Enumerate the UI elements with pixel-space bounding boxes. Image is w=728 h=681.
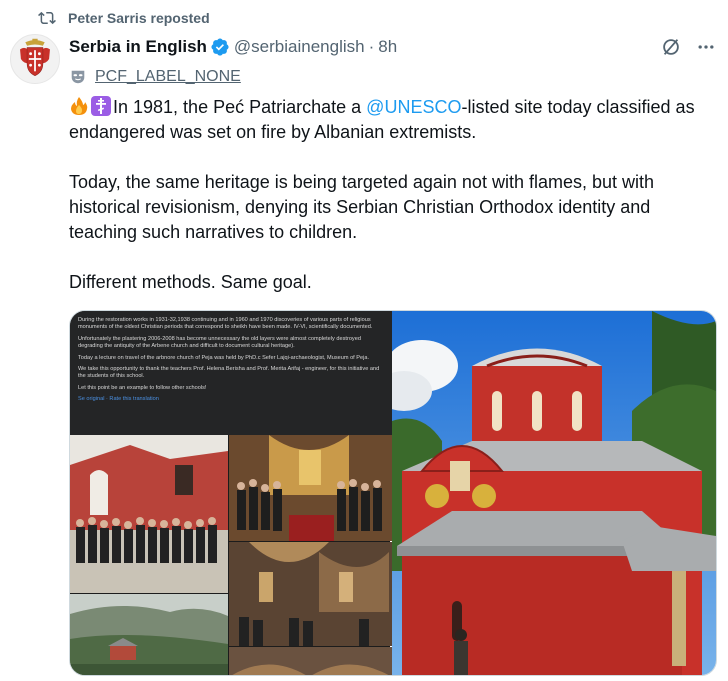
tweet-media[interactable]: During the restoration works in 1931-32,… — [69, 310, 717, 676]
repost-icon — [38, 9, 56, 27]
author-display-name[interactable]: Serbia in English — [69, 37, 207, 57]
church-ceiling-photo — [229, 647, 392, 675]
timestamp[interactable]: 8h — [378, 37, 397, 57]
monastery-photo[interactable] — [376, 311, 716, 675]
tweet-header: Serbia in English @serbiainenglish · 8h — [69, 35, 397, 59]
verified-badge-icon[interactable] — [210, 37, 230, 57]
screenshot-paragraph: We take this opportunity to thank the te… — [78, 366, 380, 380]
coat-of-arms-icon — [20, 38, 50, 77]
tweet-paragraph-2: Today, the same heritage is being target… — [69, 172, 655, 242]
content-label[interactable]: PCF_LABEL_NONE — [69, 66, 241, 88]
see-original-link: Se original · Rate this translation — [78, 396, 159, 403]
theater-mask-icon — [69, 68, 87, 86]
screenshot-text-panel: During the restoration works in 1931-32,… — [70, 311, 392, 435]
avatar[interactable] — [10, 34, 60, 84]
media-image-collage[interactable]: During the restoration works in 1931-32,… — [70, 311, 392, 675]
monastery-landscape-photo — [70, 594, 228, 675]
more-options-icon[interactable] — [694, 36, 718, 58]
students-inside-church-photo — [229, 435, 392, 541]
separator-dot: · — [368, 37, 375, 56]
label-text[interactable]: PCF_LABEL_NONE — [95, 68, 241, 86]
orthodox-cross-emoji-icon — [91, 96, 111, 116]
repost-indicator[interactable]: Peter Sarris reposted — [38, 8, 210, 28]
screenshot-paragraph: Unfortunately the plastering 2006-2008 h… — [78, 335, 361, 350]
tweet-body: In 1981, the Peć Patriarchate a @UNESCO-… — [69, 95, 719, 295]
frescoes-interior-photo — [229, 542, 392, 646]
author-handle[interactable]: @serbiainenglish — [234, 37, 365, 57]
tweet-text-before-mention: In 1981, the Peć Patriarchate a — [113, 97, 367, 117]
grok-icon[interactable] — [660, 36, 682, 58]
fire-emoji-icon — [69, 96, 89, 116]
tweet-paragraph-1: In 1981, the Peć Patriarchate a @UNESCO-… — [69, 95, 719, 145]
repost-text: Peter Sarris reposted — [68, 10, 210, 26]
screenshot-paragraph: Let this point be an example to follow o… — [78, 384, 207, 391]
screenshot-paragraph: Today a lecture on travel of the arbnore… — [78, 354, 370, 361]
students-outside-church-photo — [70, 435, 228, 593]
screenshot-paragraph: During the restoration works in 1931-32,… — [78, 317, 373, 331]
mention-link[interactable]: @UNESCO — [366, 97, 461, 117]
tweet-paragraph-3: Different methods. Same goal. — [69, 272, 312, 292]
